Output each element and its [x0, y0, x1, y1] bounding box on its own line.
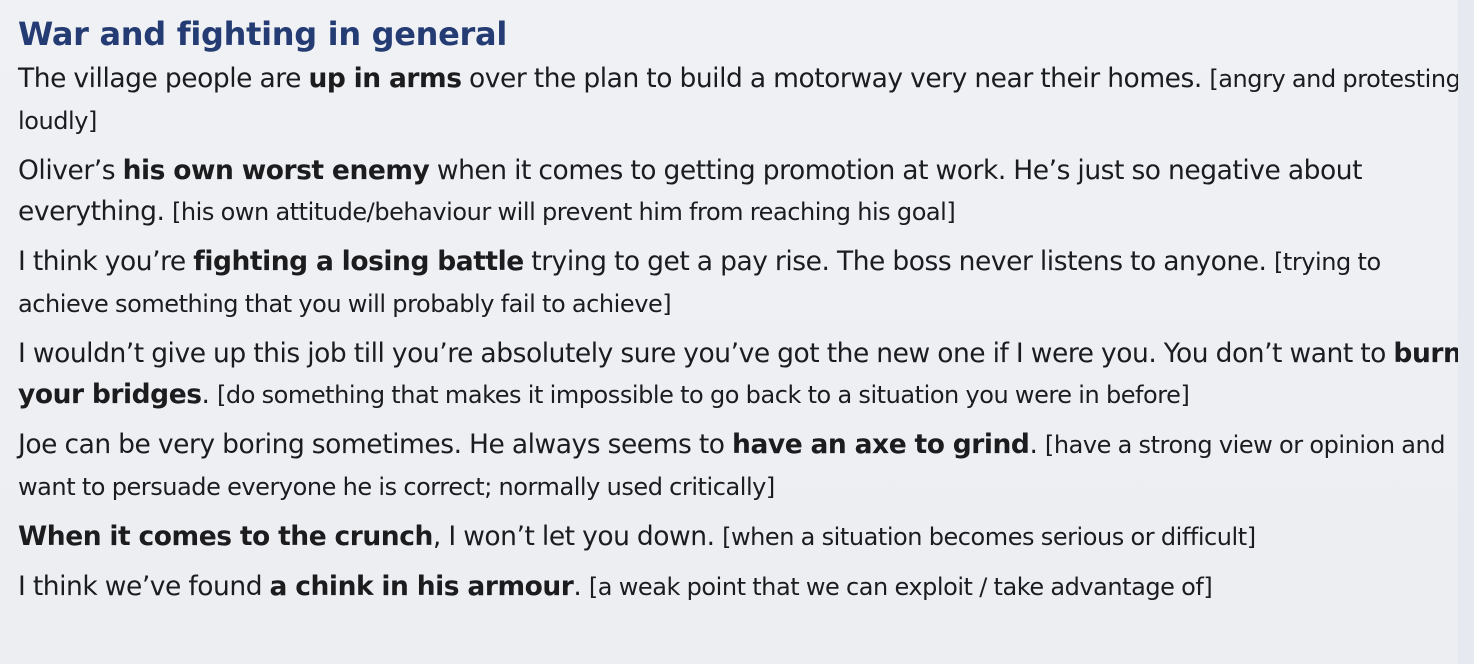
page: War and fighting in general The village …: [0, 0, 1474, 664]
example-entry: When it comes to the crunch, I won’t let…: [18, 516, 1463, 558]
entry-text-after: , I won’t let you down.: [432, 521, 723, 552]
idiom-phrase: up in arms: [308, 63, 462, 94]
idiom-definition: [when a situation becomes serious or dif…: [722, 523, 1256, 551]
entry-text-before: Joe can be very boring sometimes. He alw…: [18, 429, 733, 460]
section-heading: War and fighting in general: [18, 15, 507, 53]
example-entry: I think you’re fighting a losing battle …: [18, 241, 1463, 325]
idiom-phrase: a chink in his armour: [269, 571, 574, 602]
entry-text-before: I wouldn’t give up this job till you’re …: [18, 338, 1394, 369]
idiom-phrase: his own worst enemy: [122, 155, 430, 186]
entry-text-before: The village people are: [18, 63, 309, 94]
entry-text-before: Oliver’s: [18, 155, 123, 186]
page-edge: [1458, 0, 1474, 664]
idiom-definition: [his own attitude/behaviour will prevent…: [171, 198, 956, 226]
idiom-phrase: fighting a losing battle: [193, 246, 524, 277]
example-entry: Oliver’s his own worst enemy when it com…: [18, 150, 1463, 233]
example-entry: I wouldn’t give up this job till you’re …: [18, 333, 1463, 416]
entry-text-after: .: [573, 571, 589, 602]
idiom-phrase: have an axe to grind: [732, 429, 1030, 460]
example-entry: Joe can be very boring sometimes. He alw…: [18, 424, 1463, 508]
entry-text-after: .: [1029, 429, 1045, 460]
example-entry: I think we’ve found a chink in his armou…: [18, 566, 1463, 608]
entry-text-after: trying to get a pay rise. The boss never…: [523, 246, 1274, 277]
idiom-definition: [do something that makes it impossible t…: [217, 381, 1190, 409]
entry-text-before: I think we’ve found: [18, 571, 270, 602]
idiom-phrase: When it comes to the crunch: [18, 521, 433, 552]
entry-list: The village people are up in arms over t…: [18, 58, 1474, 608]
entry-text-after: over the plan to build a motorway very n…: [461, 63, 1210, 94]
example-entry: The village people are up in arms over t…: [18, 58, 1463, 142]
entry-text-before: I think you’re: [18, 246, 194, 277]
entry-text-after: .: [201, 379, 217, 410]
idiom-definition: [a weak point that we can exploit / take…: [588, 573, 1213, 601]
